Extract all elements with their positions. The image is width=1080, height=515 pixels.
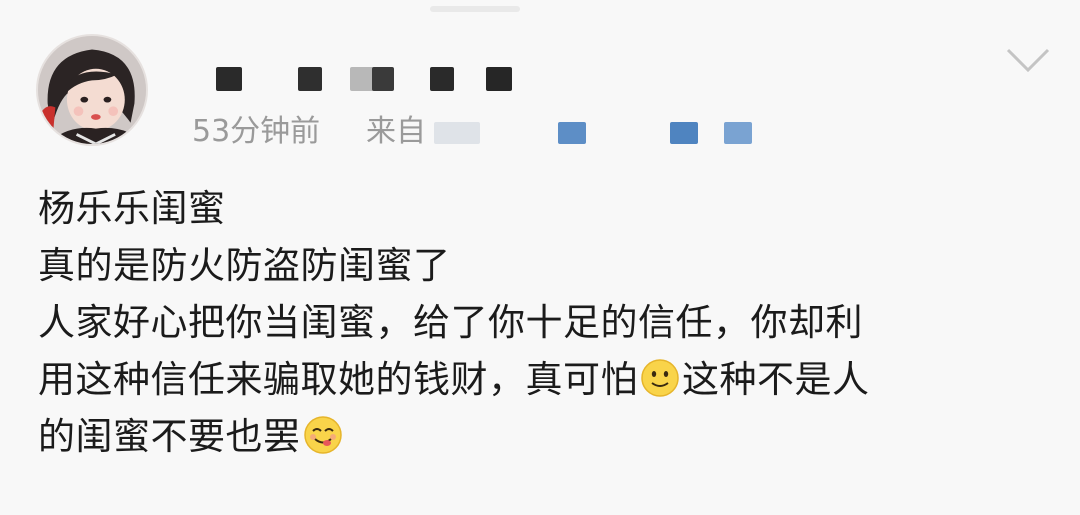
redaction-block — [724, 122, 752, 144]
source-device-redacted[interactable] — [434, 118, 774, 148]
source-label: 来自 — [366, 114, 426, 149]
weibo-post-card: 53分钟前 来自 杨乐乐闺蜜 真的是防火防盗防闺蜜了 人家好心把你当闺蜜，给了你… — [0, 0, 1080, 515]
post-content: 杨乐乐闺蜜 真的是防火防盗防闺蜜了 人家好心把你当闺蜜，给了你十足的信任，你却利… — [38, 180, 1048, 465]
slight-smile-emoji-icon — [640, 358, 680, 398]
yummy-emoji-icon — [303, 415, 343, 455]
drag-handle — [430, 6, 520, 12]
redaction-block — [216, 67, 242, 91]
content-text: 用这种信任来骗取她的钱财，真可怕 — [38, 358, 638, 401]
content-line: 杨乐乐闺蜜 — [38, 187, 226, 230]
content-line: 真的是防火防盗防闺蜜了 — [38, 244, 451, 287]
redaction-block — [434, 122, 480, 144]
redaction-block — [670, 122, 698, 144]
chevron-down-icon[interactable] — [1004, 44, 1052, 78]
redaction-block — [558, 122, 586, 144]
redaction-block — [372, 67, 394, 91]
redaction-block — [486, 67, 512, 91]
content-line: 用这种信任来骗取她的钱财，真可怕 这种不是人 — [38, 351, 1048, 408]
content-line: 的闺蜜不要也罢 — [38, 408, 1048, 465]
avatar-image — [38, 36, 146, 144]
username-redacted[interactable] — [216, 64, 546, 94]
content-text: 这种不是人 — [682, 358, 870, 401]
redaction-block — [430, 67, 454, 91]
post-meta: 53分钟前 来自 — [192, 112, 792, 152]
content-text: 的闺蜜不要也罢 — [38, 415, 301, 458]
redaction-block — [298, 67, 322, 91]
avatar[interactable] — [36, 34, 148, 146]
post-time: 53分钟前 — [192, 114, 321, 149]
content-line: 人家好心把你当闺蜜，给了你十足的信任，你却利 — [38, 301, 863, 344]
